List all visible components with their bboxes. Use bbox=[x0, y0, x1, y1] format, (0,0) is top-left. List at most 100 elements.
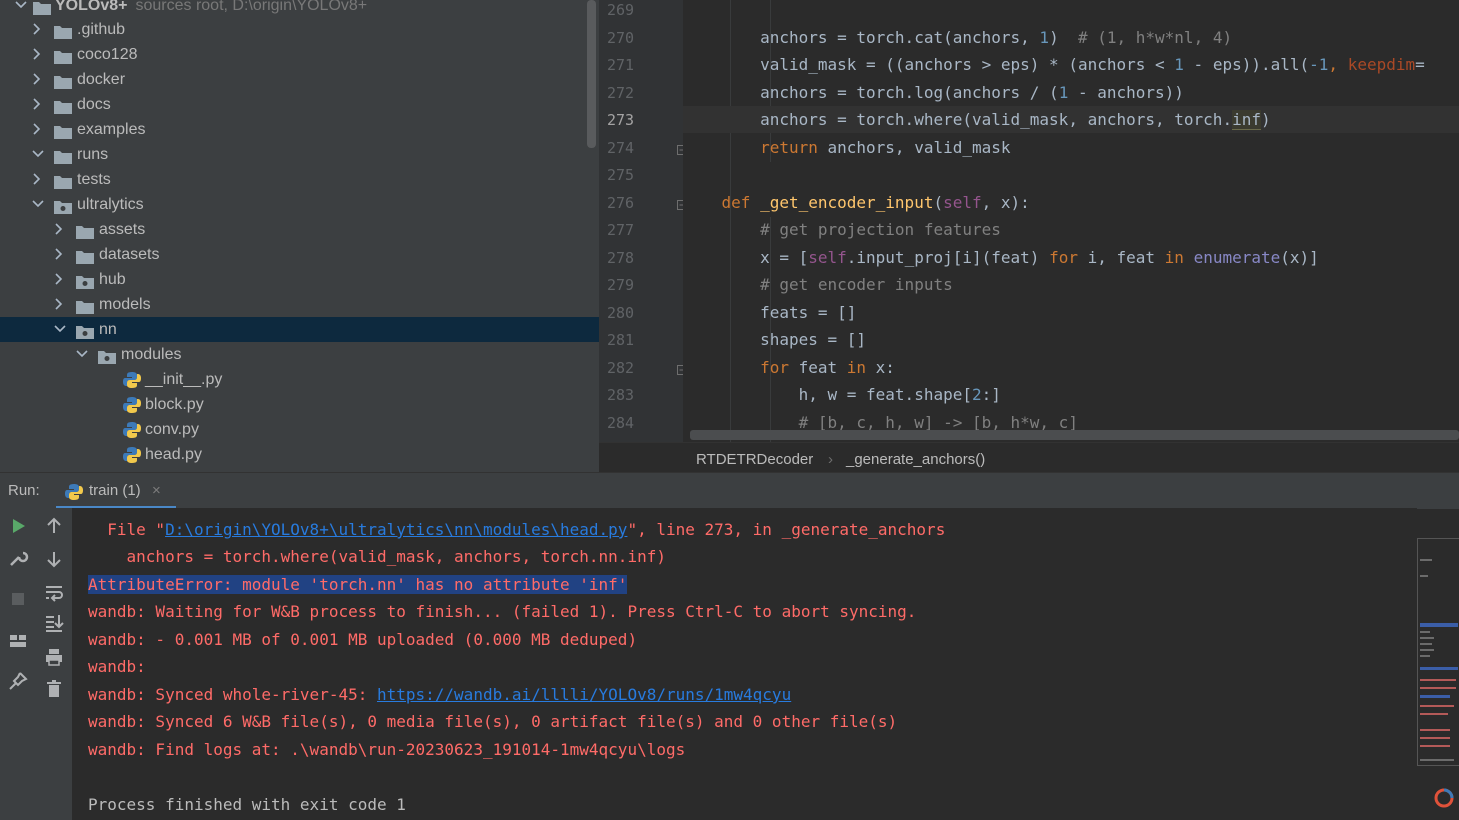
print-icon[interactable] bbox=[43, 646, 65, 668]
chevron-right-icon[interactable] bbox=[53, 217, 67, 242]
screenshot-thumbnail[interactable] bbox=[1417, 538, 1459, 766]
line-number[interactable]: 276 bbox=[607, 190, 647, 217]
folder-icon bbox=[76, 222, 94, 239]
traceback-code-line: anchors = torch.where(valid_mask, anchor… bbox=[88, 547, 666, 566]
root-hint: sources root, D:\origin\YOLOv8+ bbox=[135, 0, 368, 14]
editor-gutter: 269 270 271 272 273 274 275 276 277 278 279 280 281 2… bbox=[599, 0, 687, 442]
chevron-right-icon[interactable] bbox=[53, 292, 67, 317]
soft-wrap-icon[interactable] bbox=[43, 581, 65, 603]
wrench-icon[interactable] bbox=[7, 547, 29, 569]
chevron-right-icon[interactable] bbox=[31, 167, 45, 192]
folder-icon bbox=[54, 147, 72, 164]
tree-item[interactable]: docs bbox=[0, 92, 599, 117]
line-number[interactable]: 273 bbox=[607, 107, 647, 134]
tree-item-label: modules bbox=[121, 346, 182, 363]
chevron-right-icon[interactable] bbox=[31, 117, 45, 142]
editor-horizontal-scrollbar[interactable] bbox=[690, 430, 1459, 440]
process-exit-line: Process finished with exit code 1 bbox=[88, 795, 406, 814]
tree-item-label: conv.py bbox=[145, 421, 199, 438]
run-tab[interactable]: train (1) × bbox=[56, 473, 176, 509]
chevron-down-icon[interactable] bbox=[31, 192, 45, 217]
chevron-right-icon[interactable] bbox=[53, 267, 67, 292]
tree-item[interactable]: __init__.py bbox=[0, 367, 599, 392]
python-file-icon bbox=[123, 446, 141, 463]
tree-item[interactable]: head.py bbox=[0, 442, 599, 467]
chevron-right-icon[interactable] bbox=[31, 67, 45, 92]
tree-item-label: __init__.py bbox=[145, 371, 223, 388]
package-folder-icon bbox=[98, 347, 116, 364]
tree-item[interactable]: hub bbox=[0, 267, 599, 292]
chevron-down-icon[interactable] bbox=[75, 342, 89, 367]
line-number[interactable]: 281 bbox=[607, 327, 647, 354]
line-number[interactable]: 270 bbox=[607, 25, 647, 52]
line-number[interactable]: 278 bbox=[607, 245, 647, 272]
tree-item[interactable]: datasets bbox=[0, 242, 599, 267]
python-file-icon bbox=[123, 396, 141, 413]
folder-icon bbox=[54, 122, 72, 139]
tree-item[interactable]: runs bbox=[0, 142, 599, 167]
tree-item[interactable]: coco128 bbox=[0, 42, 599, 67]
run-toolbar: Run: train (1) × bbox=[0, 472, 1459, 509]
line-number[interactable]: 277 bbox=[607, 217, 647, 244]
run-console[interactable]: File "D:\origin\YOLOv8+\ultralytics\nn\m… bbox=[72, 508, 1417, 820]
project-tree: YOLOv8+ sources root, D:\origin\YOLOv8+ .… bbox=[0, 0, 599, 472]
tree-item[interactable]: examples bbox=[0, 117, 599, 142]
stop-icon[interactable] bbox=[7, 588, 29, 610]
line-number[interactable]: 272 bbox=[607, 80, 647, 107]
console-line: wandb: Synced whole-river-45: https://wa… bbox=[88, 685, 792, 704]
chevron-down-icon[interactable] bbox=[31, 142, 45, 167]
tree-item[interactable]: nn bbox=[0, 317, 599, 342]
traceback-file-link[interactable]: D:\origin\YOLOv8+\ultralytics\nn\modules… bbox=[165, 520, 627, 539]
chevron-right-icon[interactable] bbox=[31, 42, 45, 67]
line-number[interactable]: 284 bbox=[607, 410, 647, 437]
tree-item-label: tests bbox=[77, 171, 111, 188]
tree-item[interactable]: .github bbox=[0, 17, 599, 42]
layout-icon[interactable] bbox=[7, 630, 29, 652]
tree-item[interactable]: ultralytics bbox=[0, 192, 599, 217]
app-icon[interactable] bbox=[1432, 786, 1456, 810]
chevron-right-icon[interactable] bbox=[31, 92, 45, 117]
tree-item-label: docs bbox=[77, 96, 111, 113]
line-number[interactable]: 282 bbox=[607, 355, 647, 382]
trash-icon[interactable] bbox=[43, 678, 65, 700]
tree-item-label: assets bbox=[99, 221, 146, 238]
arrow-up-icon[interactable] bbox=[43, 515, 65, 537]
run-tab-label: train (1) bbox=[89, 482, 141, 499]
chevron-right-icon[interactable] bbox=[31, 17, 45, 42]
tree-item[interactable]: tests bbox=[0, 167, 599, 192]
error-message: AttributeError: module 'torch.nn' has no… bbox=[88, 575, 628, 594]
tree-item[interactable]: conv.py bbox=[0, 417, 599, 442]
code-editor[interactable]: anchors = torch.cat(anchors, 1) # (1, h*… bbox=[683, 0, 1459, 442]
line-number[interactable]: 269 bbox=[607, 0, 647, 24]
chevron-down-icon[interactable] bbox=[14, 0, 28, 18]
rerun-icon[interactable] bbox=[7, 515, 29, 537]
tree-item[interactable]: docker bbox=[0, 67, 599, 92]
tree-item-label: block.py bbox=[145, 396, 204, 413]
arrow-down-icon[interactable] bbox=[43, 548, 65, 570]
scroll-to-end-icon[interactable] bbox=[43, 612, 65, 634]
line-number[interactable]: 271 bbox=[607, 52, 647, 79]
tree-item[interactable]: modules bbox=[0, 342, 599, 367]
tree-item-label: examples bbox=[77, 121, 146, 138]
code-line-272: anchors = torch.log(anchors / (1 - ancho… bbox=[760, 83, 1184, 102]
tree-item[interactable]: assets bbox=[0, 217, 599, 242]
pin-icon[interactable] bbox=[7, 670, 29, 692]
chevron-right-icon[interactable] bbox=[53, 242, 67, 267]
line-number[interactable]: 274 bbox=[607, 135, 647, 162]
wandb-run-link[interactable]: https://wandb.ai/lllli/YOLOv8/runs/1mw4q… bbox=[377, 685, 791, 704]
line-number[interactable]: 280 bbox=[607, 300, 647, 327]
tree-item[interactable]: block.py bbox=[0, 392, 599, 417]
line-number[interactable]: 283 bbox=[607, 382, 647, 409]
console-line: wandb: Synced 6 W&B file(s), 0 media fil… bbox=[88, 712, 898, 731]
tree-scrollbar[interactable] bbox=[587, 0, 596, 148]
chevron-down-icon[interactable] bbox=[53, 317, 67, 342]
tree-item[interactable]: models bbox=[0, 292, 599, 317]
line-number[interactable]: 275 bbox=[607, 162, 647, 189]
tree-root[interactable]: YOLOv8+ sources root, D:\origin\YOLOv8+ bbox=[0, 0, 599, 18]
line-number[interactable]: 279 bbox=[607, 272, 647, 299]
code-line-281: shapes = [] bbox=[760, 330, 867, 349]
tree-item-label: docker bbox=[77, 71, 126, 88]
close-icon[interactable]: × bbox=[152, 473, 161, 509]
code-line-282: for feat in x: bbox=[760, 358, 895, 377]
code-line-270: anchors = torch.cat(anchors, 1) # (1, h*… bbox=[760, 28, 1233, 47]
